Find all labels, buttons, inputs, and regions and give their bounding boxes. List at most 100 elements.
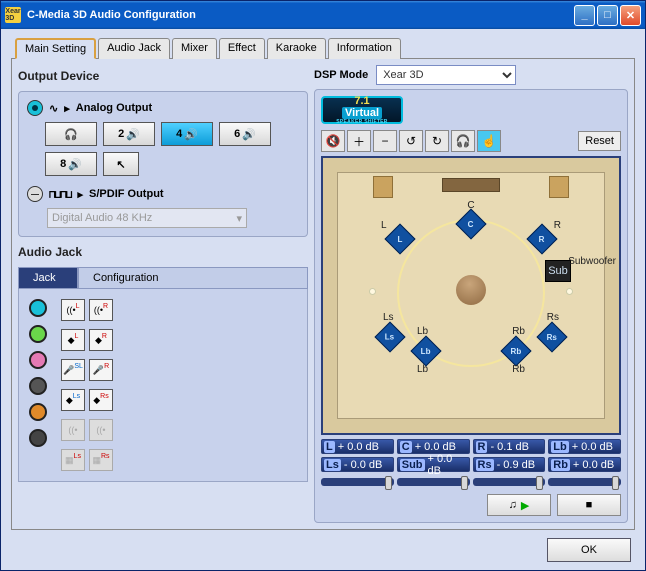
zoom-out-button[interactable]: −	[373, 130, 397, 152]
window-title: C-Media 3D Audio Configuration	[27, 9, 574, 21]
jack-blue[interactable]	[29, 299, 47, 317]
output-device-panel: ∿▸ Analog Output 🎧 2🔊 4🔊 6🔊 8🔊 ↖	[18, 91, 308, 237]
tab-effect[interactable]: Effect	[219, 38, 265, 59]
dsp-mode-label: DSP Mode	[314, 69, 368, 81]
headphone-mode-button[interactable]: 🎧	[451, 130, 475, 152]
back-ls-button: ▦Ls	[61, 449, 85, 471]
audio-jack-heading: Audio Jack	[18, 245, 308, 259]
level-r[interactable]: R- 0.1 dB	[473, 439, 546, 454]
level-ls[interactable]: Ls- 0.0 dB	[321, 457, 394, 472]
jack-orange[interactable]	[29, 403, 47, 421]
side-dot-l	[369, 288, 376, 295]
front-monitor-r	[549, 176, 569, 198]
slider-ls[interactable]	[321, 478, 394, 486]
speaker-sub[interactable]: Sub	[545, 260, 571, 282]
back-rs-button: ▦Rs	[89, 449, 113, 471]
speaker-2-button[interactable]: 2🔊	[103, 122, 155, 146]
wand-icon: ↖	[116, 158, 125, 171]
maximize-button[interactable]: □	[597, 5, 618, 26]
sub-button: ((•	[89, 419, 113, 441]
tab-information[interactable]: Information	[328, 38, 401, 59]
surround-ls-button[interactable]: ◆Ls	[61, 389, 85, 411]
slider-sub[interactable]	[397, 478, 470, 486]
titlebar: Xear3D C-Media 3D Audio Configuration _ …	[1, 1, 645, 29]
speaker-config-buttons: 🎧 2🔊 4🔊 6🔊 8🔊 ↖	[27, 122, 299, 176]
dsp-mode-select[interactable]: Xear 3D	[376, 65, 516, 85]
rotate-ccw-button[interactable]: ↺	[399, 130, 423, 152]
test-speakers-button[interactable]: ↖	[103, 152, 139, 176]
line-in-l-button[interactable]: ((•L	[61, 299, 85, 321]
window-controls: _ □ ✕	[574, 5, 641, 26]
speaker-4-button[interactable]: 4🔊	[161, 122, 213, 146]
stop-demo-button[interactable]: ■	[557, 494, 621, 516]
front-r-button[interactable]: ◆R	[89, 329, 113, 351]
mute-button[interactable]: 🔇	[321, 130, 345, 152]
analog-radio-on-icon[interactable]	[27, 100, 43, 116]
mic-sl-button[interactable]: 🎤SL	[61, 359, 85, 381]
digital-wave-icon: ⊓⊔⊓⊔	[49, 188, 72, 201]
tab-mixer[interactable]: Mixer	[172, 38, 217, 59]
jack-config-column: ((•L ((•R ◆L ◆R 🎤SL 🎤R	[61, 299, 113, 471]
tab-body: Output Device ∿▸ Analog Output 🎧 2🔊 4🔊 6…	[11, 58, 635, 530]
tab-main-setting[interactable]: Main Setting	[15, 38, 96, 59]
zoom-in-button[interactable]: ＋	[347, 130, 371, 152]
jack-grey[interactable]	[29, 377, 47, 395]
output-device-heading: Output Device	[18, 69, 308, 83]
level-rs[interactable]: Rs- 0.9 dB	[473, 457, 546, 472]
spdif-output-label: S/PDIF Output	[89, 188, 164, 200]
mic-r-button[interactable]: 🎤R	[89, 359, 113, 381]
app-icon: Xear3D	[5, 7, 21, 23]
speaker-room[interactable]: C C L L R R Sub Subwoofer Ls Ls	[321, 156, 621, 435]
line-in-r-button[interactable]: ((•R	[89, 299, 113, 321]
speaker-icon: 🔊	[126, 128, 140, 141]
speaker-icon: 🔊	[68, 158, 82, 171]
sine-wave-icon: ∿	[49, 102, 58, 115]
app-window: Xear3D C-Media 3D Audio Configuration _ …	[0, 0, 646, 571]
level-l[interactable]: L+ 0.0 dB	[321, 439, 394, 454]
tv-icon	[442, 178, 500, 192]
jack-color-column	[29, 299, 47, 471]
headphone-button[interactable]: 🎧	[45, 122, 97, 146]
level-sub[interactable]: Sub+ 0.0 dB	[397, 457, 470, 472]
speaker-8-button[interactable]: 8🔊	[45, 152, 97, 176]
virtual-71-badge[interactable]: 7.1 Virtual SPEAKER SHIFTER	[321, 96, 403, 124]
spdif-format-select[interactable]: Digital Audio 48 KHz ▾	[47, 208, 247, 228]
channel-levels: L+ 0.0 dB C+ 0.0 dB R- 0.1 dB Lb+ 0.0 dB…	[321, 439, 621, 472]
play-demo-button[interactable]: ♫▶	[487, 494, 551, 516]
ok-button[interactable]: OK	[547, 538, 631, 562]
music-note-icon: ♫	[509, 499, 517, 511]
slider-rs[interactable]	[473, 478, 546, 486]
dsp-toolbar: 🔇 ＋ − ↺ ↻ 🎧 ☝ Reset	[321, 130, 621, 152]
configuration-tab[interactable]: Configuration	[78, 267, 308, 289]
jack-tab[interactable]: Jack	[18, 267, 78, 289]
front-l-button[interactable]: ◆L	[61, 329, 85, 351]
speaker-icon: 🔊	[242, 128, 256, 141]
analog-output-label: Analog Output	[76, 102, 152, 114]
jack-green[interactable]	[29, 325, 47, 343]
slider-rb[interactable]	[548, 478, 621, 486]
spdif-output-row[interactable]: ⊓⊔⊓⊔▸ S/PDIF Output	[27, 186, 299, 202]
reset-button[interactable]: Reset	[578, 131, 621, 151]
jack-black[interactable]	[29, 429, 47, 447]
jack-pink[interactable]	[29, 351, 47, 369]
stop-icon: ■	[586, 499, 593, 511]
manual-shift-button[interactable]: ☝	[477, 130, 501, 152]
tab-audio-jack[interactable]: Audio Jack	[98, 38, 170, 59]
surround-rs-button[interactable]: ◆Rs	[89, 389, 113, 411]
front-monitor-l	[373, 176, 393, 198]
minimize-button[interactable]: _	[574, 5, 595, 26]
dsp-panel: 7.1 Virtual SPEAKER SHIFTER 🔇 ＋ − ↺ ↻ 🎧 …	[314, 89, 628, 523]
play-icon: ▶	[521, 499, 529, 512]
speaker-6-button[interactable]: 6🔊	[219, 122, 271, 146]
content-area: Main Setting Audio Jack Mixer Effect Kar…	[1, 29, 645, 570]
level-lb[interactable]: Lb+ 0.0 dB	[548, 439, 621, 454]
analog-output-row[interactable]: ∿▸ Analog Output	[27, 100, 299, 116]
close-button[interactable]: ✕	[620, 5, 641, 26]
rotate-cw-button[interactable]: ↻	[425, 130, 449, 152]
audio-jack-panel: Jack Configuration	[18, 267, 308, 482]
listener-head-icon[interactable]	[456, 275, 486, 305]
speaker-icon: 🔊	[184, 128, 198, 141]
level-rb[interactable]: Rb+ 0.0 dB	[548, 457, 621, 472]
spdif-radio-off-icon[interactable]	[27, 186, 43, 202]
tab-karaoke[interactable]: Karaoke	[267, 38, 326, 59]
